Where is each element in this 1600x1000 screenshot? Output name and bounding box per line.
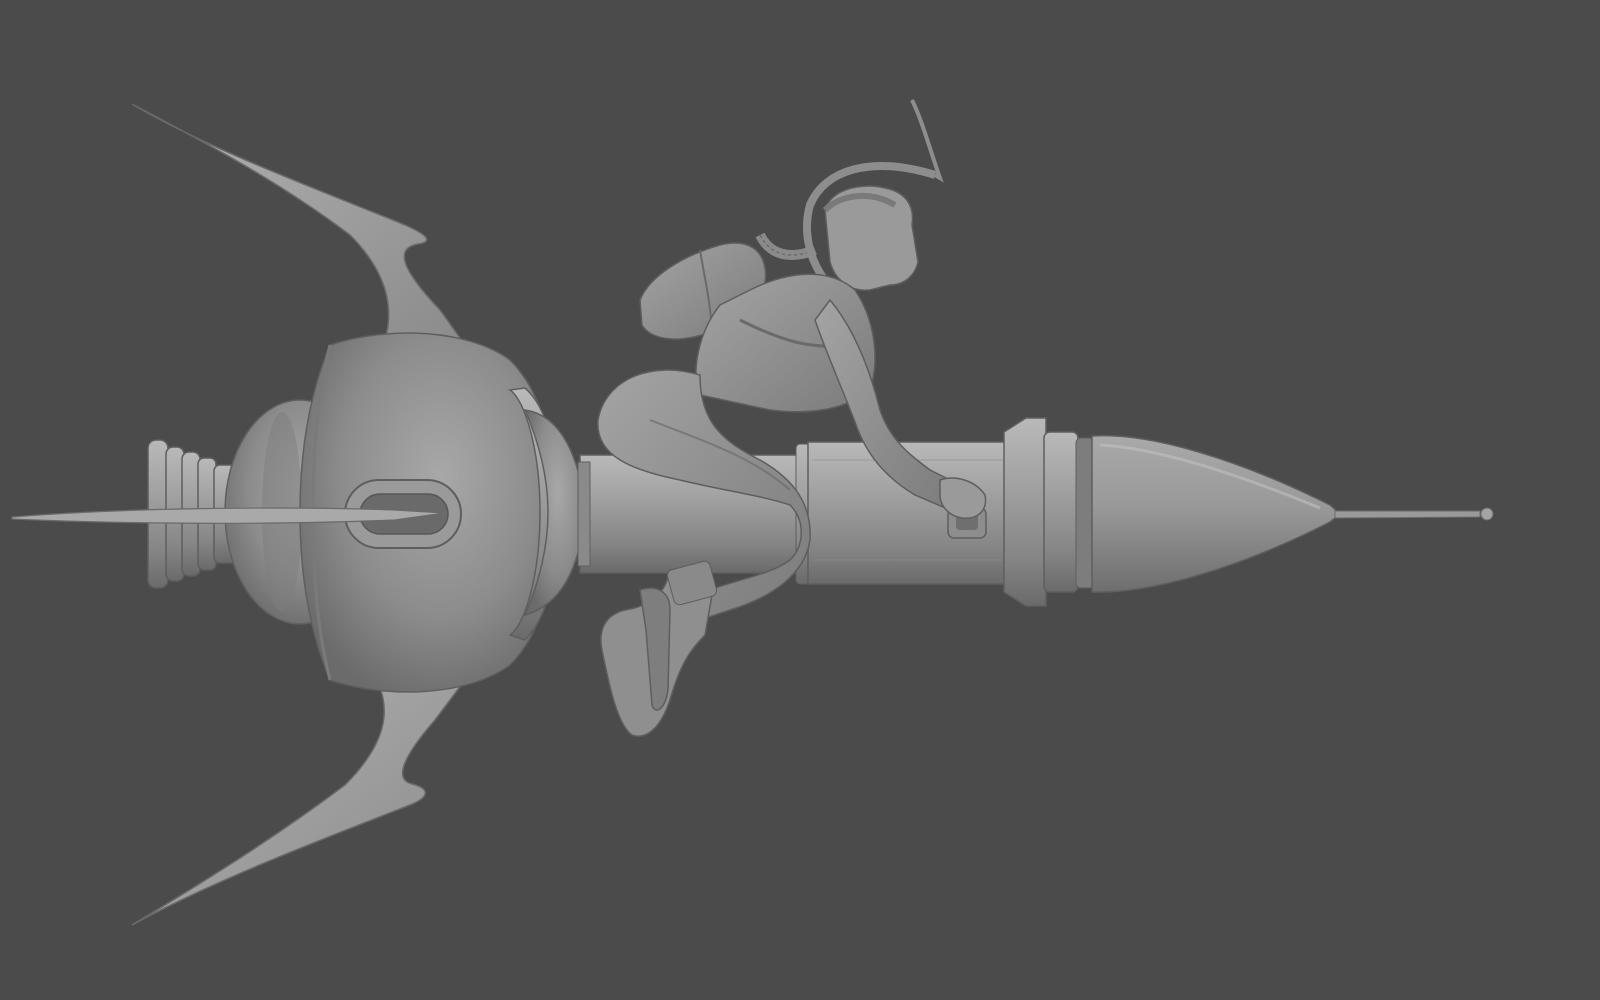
front-ring <box>1043 431 1079 593</box>
sculpt-scene <box>0 0 1600 1000</box>
front-collar <box>1003 417 1047 607</box>
nose-antenna <box>1334 510 1481 519</box>
3d-viewport[interactable] <box>0 0 1600 1000</box>
antenna-tip <box>1480 507 1494 521</box>
